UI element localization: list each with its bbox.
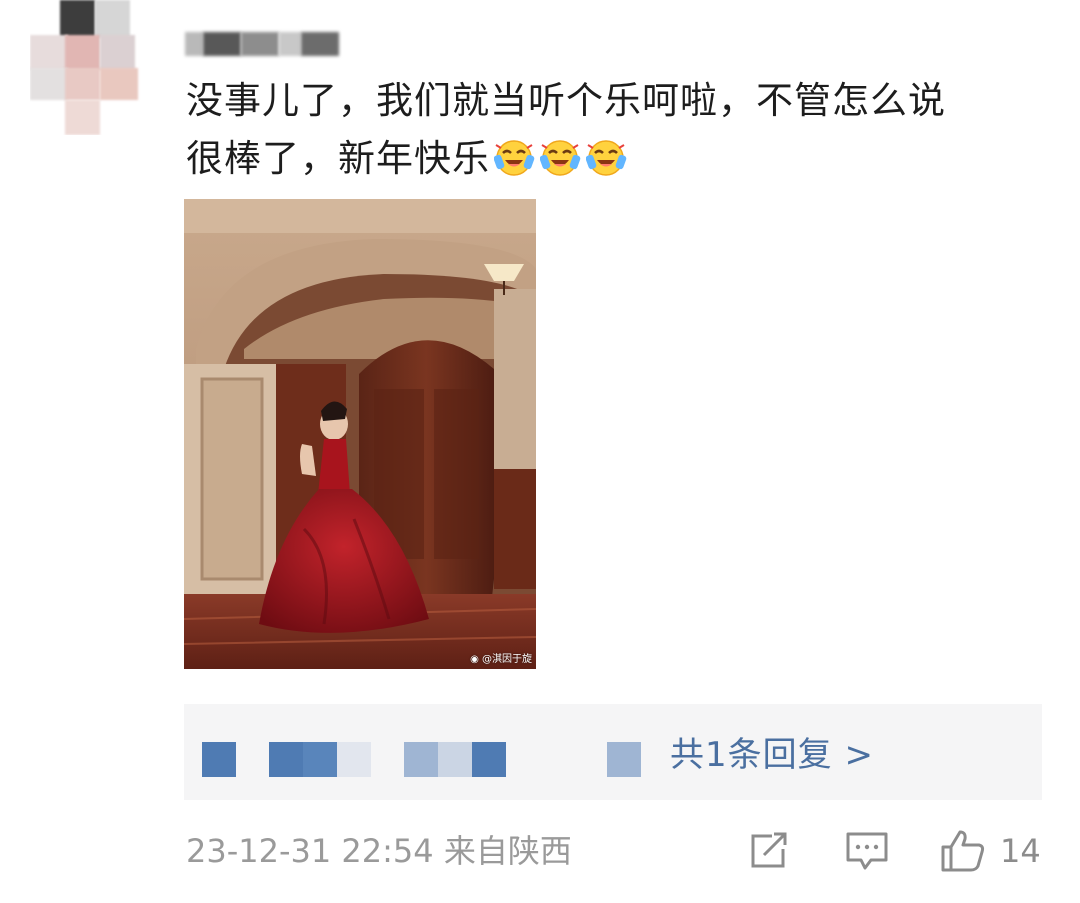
comment-line-1: 没事儿了，我们就当听个乐呵啦，不管怎么说 [186,79,946,122]
blurred-reply-block [404,742,438,777]
weibo-logo-icon: ◉ [470,654,479,665]
username-blurred[interactable] [185,32,340,56]
location: 来自陕西 [443,832,572,870]
photo-watermark: ◉ @淇因于旋 [470,650,532,665]
photo-illustration [184,199,536,669]
comment-line-2: 很棒了，新年快乐 [186,130,1046,194]
comment-line-2-text: 很棒了，新年快乐 [186,137,490,180]
thumbs-up-icon [941,830,985,872]
replies-box[interactable]: 共1条回复 > [184,704,1042,800]
avatar[interactable] [30,0,150,135]
laughing-crying-face-icon [493,136,536,194]
blurred-reply-block [303,742,337,777]
watermark-text: @淇因于旋 [482,654,532,665]
comment-photo[interactable]: ◉ @淇因于旋 [184,199,536,669]
comment-meta: 23-12-31 22:54 来自陕西 [186,826,572,876]
blurred-reply-block [337,742,371,777]
laughing-crying-face-icon [539,136,582,194]
blurred-reply-block [607,742,641,777]
comment-icon [846,832,888,870]
share-button[interactable] [748,826,790,876]
laughing-crying-face-icon [585,136,628,194]
timestamp: 23-12-31 22:54 [186,832,434,870]
share-icon [751,832,787,868]
like-count: 14 [1000,832,1041,870]
reply-count-link[interactable]: 共1条回复 > [670,731,874,779]
blurred-reply-block [202,742,236,777]
blurred-reply-block [269,742,303,777]
blurred-reply-block [438,742,472,777]
like-button[interactable]: 14 [940,826,1041,876]
comment-text: 没事儿了，我们就当听个乐呵啦，不管怎么说 很棒了，新年快乐 [186,72,1046,194]
comment-button[interactable] [845,826,889,876]
blurred-reply-block [472,742,506,777]
